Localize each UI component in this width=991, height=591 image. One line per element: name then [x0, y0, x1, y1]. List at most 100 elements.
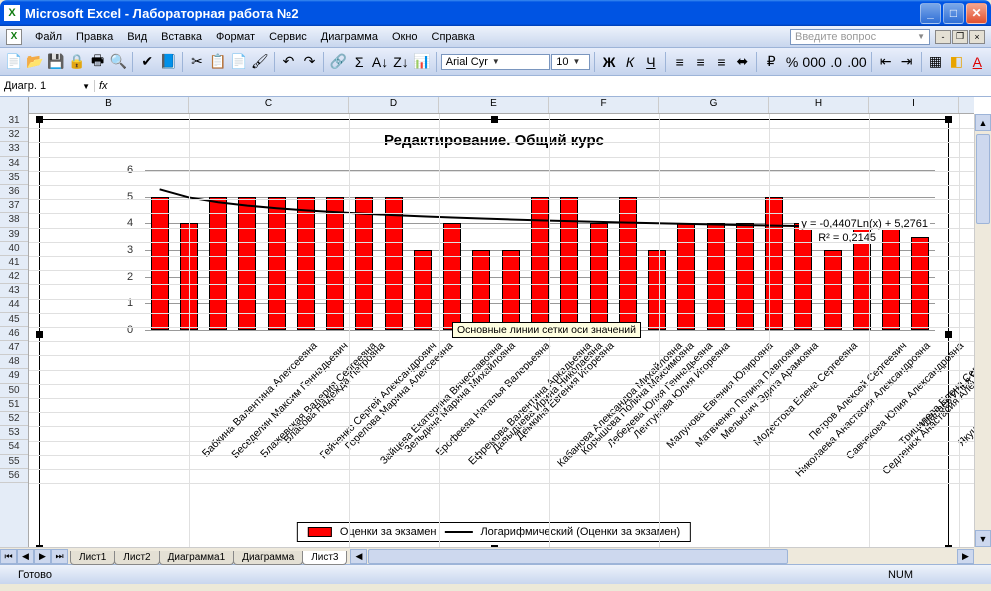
row-header[interactable]: 40 — [0, 242, 28, 256]
row-header[interactable]: 49 — [0, 369, 28, 383]
scroll-up-button[interactable]: ▲ — [975, 114, 991, 131]
mdi-minimize-button[interactable]: - — [935, 30, 951, 44]
column-header[interactable]: D — [349, 97, 439, 113]
chart-bar[interactable] — [794, 223, 812, 330]
fill-color-icon[interactable]: ◧ — [946, 51, 966, 73]
column-header[interactable]: F — [549, 97, 659, 113]
chart-bar[interactable] — [326, 197, 344, 330]
row-header[interactable]: 32 — [0, 128, 28, 142]
chart-object[interactable]: Редактирование. Общий курс 0123456 y = -… — [39, 119, 949, 549]
row-header[interactable]: 42 — [0, 270, 28, 284]
grid-area[interactable]: Редактирование. Общий курс 0123456 y = -… — [29, 114, 974, 547]
font-color-icon[interactable]: A — [967, 51, 987, 73]
align-center-icon[interactable]: ≡ — [691, 51, 711, 73]
mdi-restore-button[interactable]: ❐ — [952, 30, 968, 44]
resize-handle[interactable] — [491, 116, 498, 123]
decrease-indent-icon[interactable]: ⇤ — [876, 51, 896, 73]
tab-prev-button[interactable]: ◀ — [17, 549, 34, 564]
row-header[interactable]: 54 — [0, 440, 28, 454]
menu-insert[interactable]: Вставка — [154, 29, 209, 45]
sheet-tab[interactable]: Диаграмма1 — [159, 551, 235, 565]
chart-bar[interactable] — [502, 250, 520, 330]
sort-asc-icon[interactable]: A↓ — [370, 51, 390, 73]
row-header[interactable]: 34 — [0, 157, 28, 171]
mdi-close-button[interactable]: × — [969, 30, 985, 44]
resize-handle[interactable] — [36, 116, 43, 123]
font-name-select[interactable]: Arial Cyr▼ — [441, 54, 551, 70]
scroll-right-button[interactable]: ▶ — [957, 549, 974, 564]
chart-bar[interactable] — [590, 223, 608, 330]
row-header[interactable]: 45 — [0, 313, 28, 327]
chart-bar[interactable] — [648, 250, 666, 330]
tab-last-button[interactable]: ⏭ — [51, 549, 68, 564]
chart-wizard-icon[interactable]: 📊 — [412, 51, 432, 73]
row-header[interactable]: 50 — [0, 384, 28, 398]
bold-icon[interactable]: Ж — [599, 51, 619, 73]
row-header[interactable]: 51 — [0, 398, 28, 412]
chart-bar[interactable] — [385, 197, 403, 330]
undo-icon[interactable]: ↶ — [279, 51, 299, 73]
percent-icon[interactable]: % — [782, 51, 802, 73]
increase-indent-icon[interactable]: ⇥ — [897, 51, 917, 73]
italic-icon[interactable]: К — [620, 51, 640, 73]
chart-bar[interactable] — [151, 197, 169, 330]
permission-icon[interactable]: 🔒 — [67, 51, 87, 73]
chart-bar[interactable] — [765, 197, 783, 330]
row-header[interactable]: 48 — [0, 355, 28, 369]
decrease-decimal-icon[interactable]: .00 — [847, 51, 867, 73]
merge-icon[interactable]: ⬌ — [732, 51, 752, 73]
chart-legend[interactable]: Оценки за экзамен Логарифмический (Оценк… — [297, 522, 691, 542]
maximize-button[interactable]: □ — [943, 3, 964, 24]
borders-icon[interactable]: ▦ — [926, 51, 946, 73]
menu-help[interactable]: Справка — [425, 29, 482, 45]
column-header[interactable]: G — [659, 97, 769, 113]
chart-bar[interactable] — [472, 250, 490, 330]
comma-icon[interactable]: 000 — [803, 51, 825, 73]
chart-bar[interactable] — [707, 223, 725, 330]
redo-icon[interactable]: ↷ — [300, 51, 320, 73]
sort-desc-icon[interactable]: Z↓ — [391, 51, 411, 73]
row-header[interactable]: 52 — [0, 412, 28, 426]
row-header[interactable]: 37 — [0, 199, 28, 213]
row-header[interactable]: 47 — [0, 341, 28, 355]
new-icon[interactable]: 📄 — [4, 51, 24, 73]
hyperlink-icon[interactable]: 🔗 — [328, 51, 348, 73]
plot-area[interactable]: 0123456 — [145, 170, 935, 330]
column-header[interactable]: E — [439, 97, 549, 113]
font-size-select[interactable]: 10▼ — [551, 54, 590, 70]
row-header[interactable]: 56 — [0, 469, 28, 483]
sheet-tab[interactable]: Лист2 — [114, 551, 159, 565]
chart-bar[interactable] — [677, 223, 695, 330]
row-header[interactable]: 35 — [0, 171, 28, 185]
row-header[interactable]: 41 — [0, 256, 28, 270]
tab-first-button[interactable]: ⏮ — [0, 549, 17, 564]
row-header[interactable]: 33 — [0, 142, 28, 156]
row-header[interactable]: 43 — [0, 284, 28, 298]
row-header[interactable]: 38 — [0, 213, 28, 227]
chart-bar[interactable] — [355, 197, 373, 330]
format-painter-icon[interactable]: 🖌 — [250, 51, 270, 73]
row-header[interactable]: 39 — [0, 228, 28, 242]
print-icon[interactable]: 🖶 — [88, 51, 108, 73]
scroll-down-button[interactable]: ▼ — [975, 530, 991, 547]
horizontal-scrollbar[interactable]: ◀ ▶ — [350, 549, 974, 564]
spelling-icon[interactable]: ✔ — [137, 51, 157, 73]
menu-window[interactable]: Окно — [385, 29, 425, 45]
chart-title[interactable]: Редактирование. Общий курс — [40, 120, 948, 153]
increase-decimal-icon[interactable]: .0 — [826, 51, 846, 73]
chart-bar[interactable] — [619, 197, 637, 330]
chart-bar[interactable] — [531, 197, 549, 330]
name-box[interactable]: Диагр. 1 ▼ — [0, 80, 95, 92]
underline-icon[interactable]: Ч — [641, 51, 661, 73]
column-header[interactable]: I — [869, 97, 959, 113]
preview-icon[interactable]: 🔍 — [109, 51, 129, 73]
column-header[interactable]: H — [769, 97, 869, 113]
chart-bar[interactable] — [443, 223, 461, 330]
scroll-thumb[interactable] — [368, 549, 788, 564]
menu-format[interactable]: Формат — [209, 29, 262, 45]
sheet-tab[interactable]: Лист3 — [302, 551, 347, 565]
tab-next-button[interactable]: ▶ — [34, 549, 51, 564]
column-header[interactable]: C — [189, 97, 349, 113]
chart-bar[interactable] — [268, 197, 286, 330]
fx-icon[interactable]: fx — [99, 80, 108, 92]
